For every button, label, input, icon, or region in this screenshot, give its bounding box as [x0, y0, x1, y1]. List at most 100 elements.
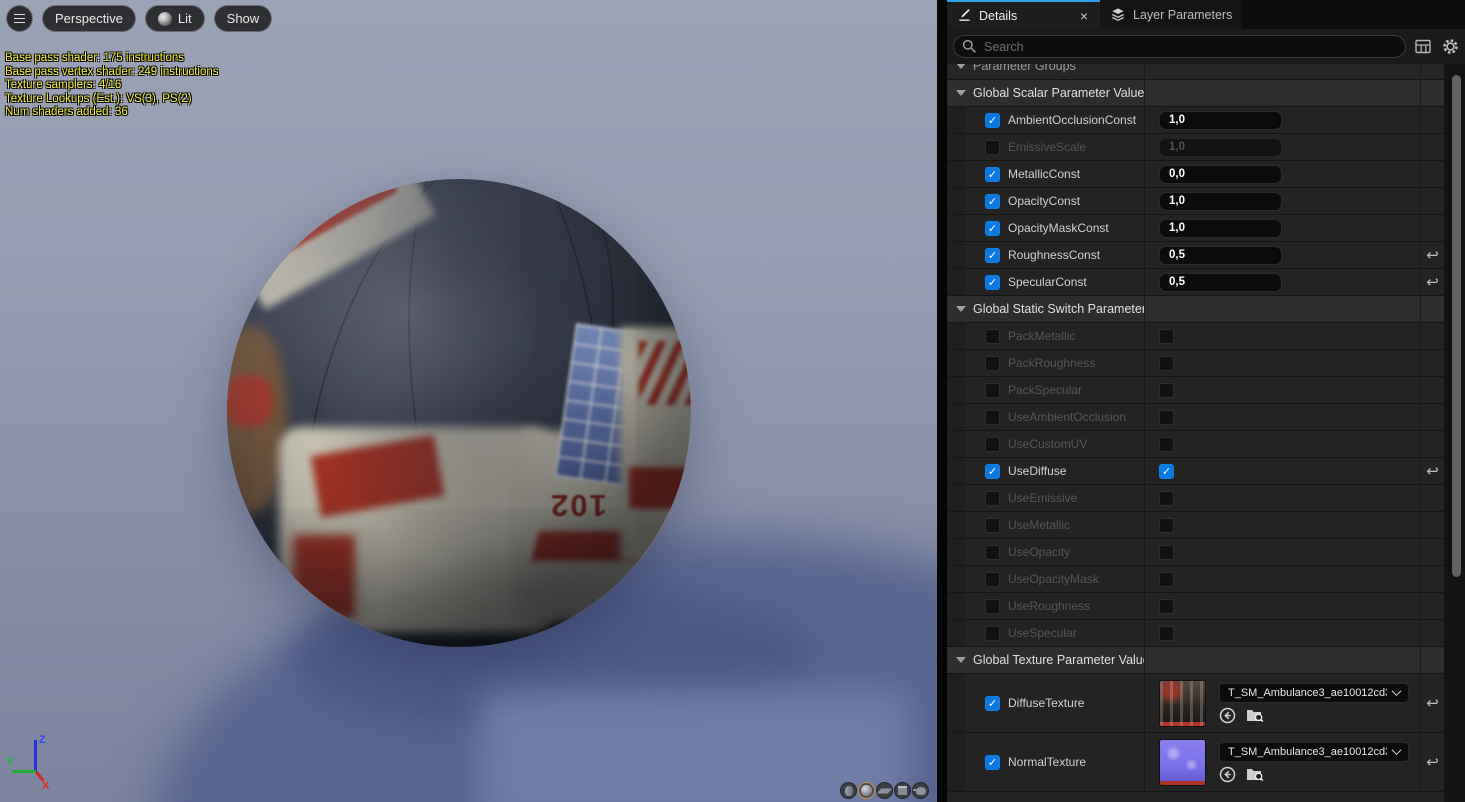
parameter-enable-checkbox[interactable]: ✓	[985, 194, 1000, 209]
parameter-enable-checkbox[interactable]	[985, 518, 1000, 533]
category-header[interactable]: Global Texture Parameter Values	[947, 647, 1444, 674]
use-selected-asset-icon[interactable]	[1219, 766, 1236, 783]
reset-cell	[1420, 485, 1444, 511]
reset-cell	[1420, 404, 1444, 430]
parameter-enable-checkbox[interactable]: ✓	[985, 696, 1000, 711]
parameter-enable-checkbox[interactable]	[985, 437, 1000, 452]
parameter-label: OpacityConst	[1008, 194, 1080, 208]
texture-asset-column: T_SM_Ambulance3_ae10012cd3a	[1219, 742, 1409, 783]
material-instance-editor-window: 102 Perspective Lit Show Base pass shad	[0, 0, 1465, 802]
category-header[interactable]: Global Static Switch Parameters	[947, 296, 1444, 323]
parameter-value-input[interactable]: 1,0	[1159, 138, 1282, 157]
parameter-value-input[interactable]: 1,0	[1159, 111, 1282, 130]
texture-thumbnail[interactable]	[1159, 739, 1206, 786]
cylinder-icon	[845, 786, 853, 796]
parameter-value-input[interactable]: 1,0	[1159, 192, 1282, 211]
parameter-enable-checkbox[interactable]: ✓	[985, 248, 1000, 263]
parameter-enable-checkbox[interactable]	[985, 140, 1000, 155]
preview-sphere[interactable]: 102	[227, 179, 691, 647]
category-header[interactable]: Global Scalar Parameter Values	[947, 80, 1444, 107]
texture-asset-dropdown[interactable]: T_SM_Ambulance3_ae10012cd3a	[1219, 742, 1409, 762]
lit-mode-button[interactable]: Lit	[145, 5, 205, 32]
parameter-value-checkbox[interactable]	[1159, 437, 1174, 452]
parameter-value-checkbox[interactable]	[1159, 599, 1174, 614]
parameter-enable-checkbox[interactable]: ✓	[985, 221, 1000, 236]
parameter-value-input[interactable]: 1,0	[1159, 219, 1282, 238]
category-header[interactable]: Parameter Groups	[947, 64, 1444, 80]
parameter-value-checkbox[interactable]	[1159, 572, 1174, 587]
parameter-enable-checkbox[interactable]	[985, 626, 1000, 641]
parameter-label-cell: ✓NormalTexture	[985, 733, 1144, 791]
parameter-value-checkbox[interactable]	[1159, 356, 1174, 371]
parameter-enable-checkbox[interactable]	[985, 572, 1000, 587]
scrollbar-thumb[interactable]	[1452, 75, 1461, 577]
settings-button[interactable]	[1440, 37, 1460, 57]
parameter-enable-checkbox[interactable]	[985, 356, 1000, 371]
panel-splitter[interactable]	[937, 0, 947, 802]
preview-mesh-cube-button[interactable]	[894, 782, 911, 799]
category-header-text: Global Texture Parameter Values	[973, 653, 1144, 667]
parameter-value-checkbox[interactable]	[1159, 545, 1174, 560]
parameter-value-checkbox[interactable]	[1159, 410, 1174, 425]
texture-action-icons	[1219, 707, 1409, 724]
preview-mesh-plane-button[interactable]	[876, 782, 893, 799]
reset-to-default-button[interactable]: ↩	[1426, 755, 1439, 770]
row-indent-gutter	[947, 566, 985, 592]
tab-details[interactable]: Details ×	[947, 0, 1100, 29]
parameter-enable-checkbox[interactable]: ✓	[985, 167, 1000, 182]
parameter-value-input[interactable]: 0,0	[1159, 165, 1282, 184]
reset-cell: ↩	[1420, 269, 1444, 295]
plane-icon	[877, 788, 892, 793]
parameter-enable-checkbox[interactable]	[985, 545, 1000, 560]
gear-icon	[1442, 38, 1459, 55]
parameter-value-checkbox[interactable]	[1159, 518, 1174, 533]
parameter-label-cell: ✓DiffuseTexture	[985, 674, 1144, 732]
search-input[interactable]	[953, 35, 1406, 58]
row-indent-gutter	[947, 323, 985, 349]
parameter-value-checkbox[interactable]: ✓	[1159, 464, 1174, 479]
show-button[interactable]: Show	[214, 5, 273, 32]
parameter-value-checkbox[interactable]	[1159, 329, 1174, 344]
parameter-enable-checkbox[interactable]	[985, 329, 1000, 344]
reset-cell: ↩	[1420, 242, 1444, 268]
viewport-menu-button[interactable]	[6, 5, 33, 32]
preview-mesh-sphere-button[interactable]	[858, 782, 875, 799]
use-selected-asset-icon[interactable]	[1219, 707, 1236, 724]
category-header-value-space	[1144, 64, 1420, 79]
row-indent-gutter	[947, 377, 985, 403]
parameter-enable-checkbox[interactable]: ✓	[985, 755, 1000, 770]
reset-to-default-button[interactable]: ↩	[1426, 275, 1439, 290]
reset-to-default-button[interactable]: ↩	[1426, 696, 1439, 711]
parameter-label: UseRoughness	[1008, 599, 1090, 613]
parameters-scroll-area[interactable]: Parameter GroupsGlobal Scalar Parameter …	[947, 64, 1465, 802]
parameter-value-checkbox[interactable]	[1159, 383, 1174, 398]
parameter-enable-checkbox[interactable]	[985, 383, 1000, 398]
param-row-UseOpacity: UseOpacity	[947, 539, 1444, 566]
parameter-value-checkbox[interactable]	[1159, 626, 1174, 641]
parameter-value-input[interactable]: 0,5	[1159, 273, 1282, 292]
material-preview-viewport[interactable]: 102 Perspective Lit Show Base pass shad	[0, 0, 937, 802]
browse-to-asset-icon[interactable]	[1246, 707, 1264, 723]
parameter-enable-checkbox[interactable]	[985, 491, 1000, 506]
tab-layer-parameters[interactable]: Layer Parameters	[1100, 0, 1242, 29]
chevron-down-icon	[1392, 686, 1402, 696]
texture-asset-dropdown[interactable]: T_SM_Ambulance3_ae10012cd3a	[1219, 683, 1409, 703]
parameter-enable-checkbox[interactable]: ✓	[985, 464, 1000, 479]
perspective-button[interactable]: Perspective	[42, 5, 136, 32]
close-icon[interactable]: ×	[1078, 8, 1090, 24]
parameter-enable-checkbox[interactable]	[985, 410, 1000, 425]
parameter-value-input[interactable]: 0,5	[1159, 246, 1282, 265]
browse-to-asset-icon[interactable]	[1246, 766, 1264, 782]
preview-mesh-cylinder-button[interactable]	[840, 782, 857, 799]
reset-to-default-button[interactable]: ↩	[1426, 464, 1439, 479]
reset-to-default-button[interactable]: ↩	[1426, 248, 1439, 263]
preview-mesh-teapot-button[interactable]	[912, 782, 929, 799]
parameter-value-checkbox[interactable]	[1159, 491, 1174, 506]
display-options-button[interactable]	[1413, 37, 1433, 57]
parameter-enable-checkbox[interactable]: ✓	[985, 275, 1000, 290]
parameter-enable-checkbox[interactable]: ✓	[985, 113, 1000, 128]
search-bar-row	[947, 29, 1465, 64]
texture-thumbnail[interactable]	[1159, 680, 1206, 727]
parameter-enable-checkbox[interactable]	[985, 599, 1000, 614]
parameter-label-cell: ✓AmbientOcclusionConst	[985, 107, 1144, 133]
